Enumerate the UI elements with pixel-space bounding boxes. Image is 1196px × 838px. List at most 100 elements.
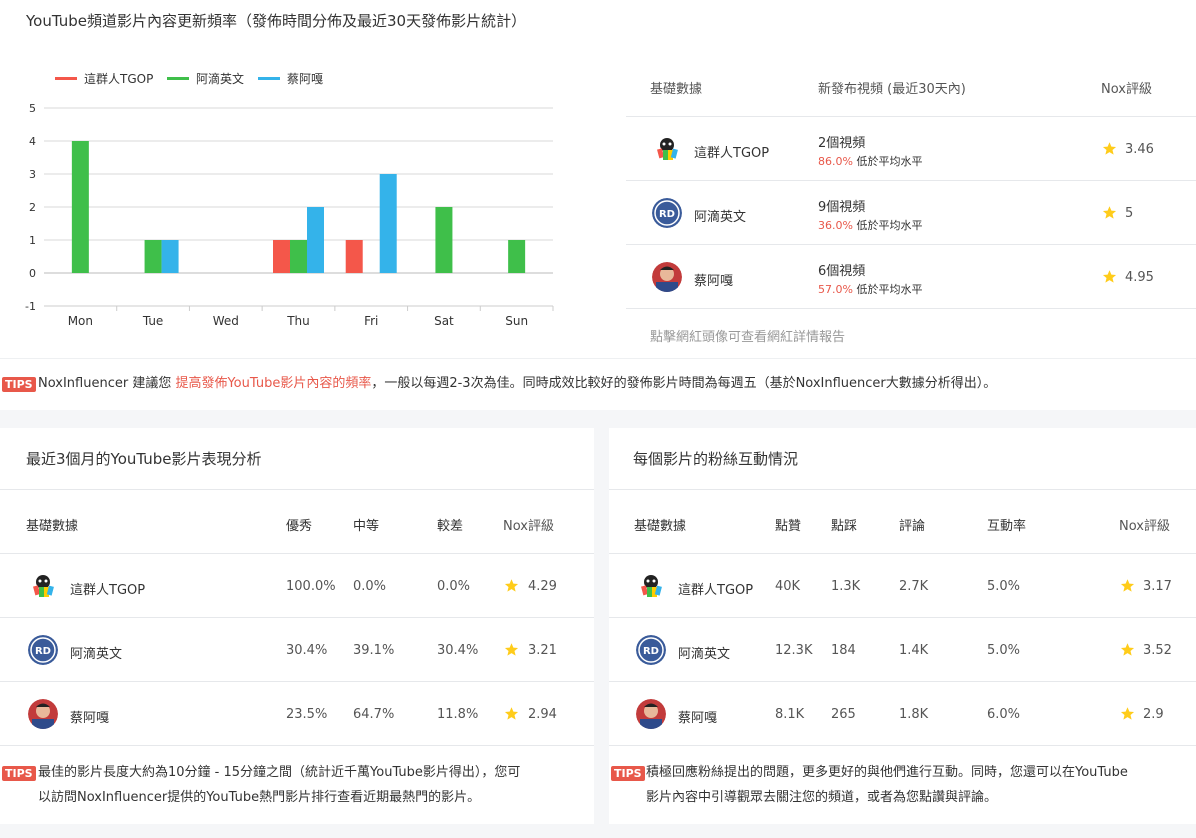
star-icon [1120,707,1135,720]
dislikes-count: 265 [831,707,856,722]
header-nox-rating: Nox評級 [1119,519,1170,534]
x-tick-label: Sat [434,314,454,328]
avatar-adi[interactable]: RD [636,635,666,665]
avatar-tgop[interactable] [636,571,666,601]
legend-swatch [258,77,280,80]
row-divider [626,116,1196,117]
poor-pct: 11.8% [437,707,479,722]
nox-rating: 2.94 [528,707,557,722]
bar[interactable] [345,240,363,273]
dislikes-count: 1.3K [831,579,861,594]
star-icon [1120,579,1135,592]
below-average-note: 36.0% 低於平均水平 [818,219,923,232]
legend-item-tgop[interactable]: 這群人TGOP [55,70,153,87]
row-divider [609,489,1196,490]
channel-name[interactable]: 這群人TGOP [694,142,769,161]
channel-name[interactable]: 阿滴英文 [70,643,122,662]
header-comments: 評論 [899,519,926,534]
row-divider [609,553,1196,554]
nox-rating: 3.52 [1143,643,1172,658]
comments-count: 2.7K [899,579,929,594]
engagement-rate: 5.0% [987,643,1021,658]
medium-pct: 0.0% [353,579,387,594]
bar[interactable] [435,207,453,273]
excellent-pct: 100.0% [286,579,336,594]
y-tick-label: 5 [29,102,36,115]
star-icon [504,579,519,592]
row-divider [626,308,1196,309]
legend-item-adi[interactable]: 阿滴英文 [167,70,244,87]
bar[interactable] [307,207,324,273]
y-tick-label: 3 [29,168,36,181]
channel-name[interactable]: 阿滴英文 [694,206,746,225]
bar[interactable] [71,141,89,273]
row-divider [0,681,594,682]
panel-title: 最近3個月的YouTube影片表現分析 [26,450,262,468]
nox-rating: 3.21 [528,643,557,658]
x-tick-label: Fri [364,314,378,328]
star-icon [504,707,519,720]
avatar-tgop[interactable] [28,571,58,601]
new-video-count: 6個視頻 [818,264,866,279]
header-basic: 基礎數據 [26,519,79,534]
star-icon [1102,206,1117,219]
avatar-tgop[interactable] [652,134,682,164]
channel-name[interactable]: 蔡阿嘎 [694,270,733,289]
tips-badge: TIPS [2,766,36,781]
avatar-tsai[interactable] [636,699,666,729]
avatar-tsai[interactable] [652,262,682,292]
excellent-pct: 23.5% [286,707,328,722]
bar[interactable] [379,174,397,273]
star-icon [504,643,519,656]
avatar-tsai[interactable] [28,699,58,729]
tips-divider [0,358,1196,359]
tips-badge: TIPS [611,766,645,781]
comments-count: 1.4K [899,643,929,658]
nox-rating: 2.9 [1143,707,1164,722]
nox-rating: 3.17 [1143,579,1172,594]
x-tick-label: Thu [286,314,310,328]
bar[interactable] [290,240,307,273]
channel-name[interactable]: 阿滴英文 [678,643,730,662]
row-divider [0,489,594,490]
legend-label: 這群人TGOP [84,72,154,86]
legend-swatch [167,77,189,80]
legend-item-tsai[interactable]: 蔡阿嘎 [258,70,323,87]
bar[interactable] [508,240,526,273]
star-icon [1102,142,1117,155]
avatar-hint: 點擊網紅頭像可查看網紅詳情報告 [650,330,846,345]
tips-badge: TIPS [2,377,36,392]
channel-name[interactable]: 蔡阿嘎 [678,707,717,726]
row-divider [626,244,1196,245]
svg-text:RD: RD [35,646,51,657]
star-icon [1120,643,1135,656]
y-tick-label: 1 [29,234,36,247]
x-tick-label: Sun [505,314,528,328]
poor-pct: 0.0% [437,579,471,594]
legend-swatch [55,77,77,80]
row-divider [626,180,1196,181]
bar[interactable] [144,240,162,273]
header-basic: 基礎數據 [634,519,687,534]
row-divider [0,617,594,618]
row-divider [0,745,594,746]
tips-text: NoxInfluencer 建議您 提高發佈YouTube影片內容的頻率，一般以… [38,376,997,391]
tips-text-line1: 最佳的影片長度大約為10分鐘 - 15分鐘之間（統計近千萬YouTube影片得出… [38,765,521,780]
bar[interactable] [161,240,179,273]
avatar-adi[interactable]: RD [28,635,58,665]
header-engagement-rate: 互動率 [987,519,1027,534]
channel-name[interactable]: 蔡阿嘎 [70,707,109,726]
avatar-adi[interactable]: RD [652,198,682,228]
bar[interactable] [273,240,290,273]
tips-text-line2: 以訪問NoxInfluencer提供的YouTube熱門影片排行查看近期最熱門的… [38,790,481,805]
tips-highlight: 提高發佈YouTube影片內容的頻率 [175,376,372,391]
y-tick-label: 0 [29,267,36,280]
x-tick-label: Mon [68,314,93,328]
channel-name[interactable]: 這群人TGOP [678,579,753,598]
medium-pct: 64.7% [353,707,395,722]
comments-count: 1.8K [899,707,929,722]
header-likes: 點贊 [775,519,802,534]
channel-name[interactable]: 這群人TGOP [70,579,145,598]
engagement-rate: 6.0% [987,707,1021,722]
row-divider [609,745,1196,746]
